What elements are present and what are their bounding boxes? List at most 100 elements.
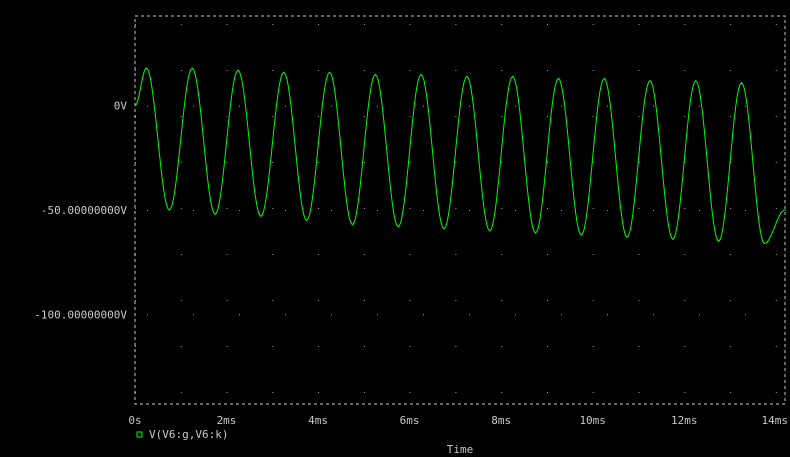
grid-dot [226,300,228,301]
grid-dot [363,116,365,117]
series-point [740,82,743,84]
grid-dot [377,105,378,107]
series-point [374,73,376,76]
x-tick-label: 4ms [308,414,328,427]
x-tick-label: 0s [128,414,141,427]
grid-dot [455,70,457,71]
series-point [512,75,514,78]
grid-dot [730,254,732,255]
grid-dot [409,392,411,393]
grid-dot [318,254,320,255]
plot-background [0,0,790,457]
grid-dot [730,116,732,117]
grid-dot [331,314,332,316]
grid-dot [455,24,457,25]
grid-dot [147,210,148,211]
grid-dot [501,208,503,209]
grid-dot [180,208,182,209]
series-point [718,240,720,242]
grid-dot [363,70,365,71]
grid-dot [409,162,411,163]
grid-dot [455,300,457,301]
grid-dot [607,314,608,316]
grid-dot [684,346,686,347]
grid-dot [547,254,548,255]
grid-dot [592,162,594,163]
grid-dot [180,162,182,163]
series-point [763,242,766,244]
grid-dot [363,208,365,209]
series-point [214,213,216,215]
grid-dot [455,162,457,163]
grid-dot [775,116,777,117]
series-point [191,67,193,69]
grid-dot [775,24,777,25]
grid-dot [501,392,503,393]
grid-dot [455,254,457,255]
grid-dot [409,70,411,71]
grid-dot [239,314,240,316]
grid-dot [455,392,457,393]
grid-dot [775,392,777,393]
grid-dot [699,105,700,107]
grid-dot [193,105,194,107]
grid-dot [745,210,746,211]
series-point [534,232,537,234]
series-point [695,80,697,82]
grid-dot [684,116,686,117]
x-tick-label: 8ms [491,414,511,427]
series-point [306,219,308,222]
grid-dot [638,392,640,393]
grid-dot [331,210,332,211]
grid-dot [226,392,228,393]
grid-dot [607,105,608,107]
grid-dot [592,116,594,117]
grid-dot [285,210,286,211]
grid-dot [272,300,274,301]
series-point [580,234,582,236]
series-point [466,75,468,78]
series-point [260,215,262,217]
grid-dot [363,392,365,393]
grid-dot [272,70,274,71]
grid-dot [592,70,594,71]
x-tick-label: 2ms [217,414,237,427]
grid-dot [318,392,320,393]
grid-dot [285,105,286,107]
grid-dot [135,208,136,209]
series-point [420,73,422,76]
grid-dot [318,162,320,163]
grid-dot [730,392,732,393]
grid-dot [147,105,148,107]
grid-dot [226,70,228,71]
grid-dot [653,314,654,316]
grid-dot [180,346,182,347]
grid-dot [501,254,503,255]
grid-dot [699,314,700,316]
grid-dot [318,70,320,71]
grid-dot [775,70,777,71]
grid-dot [423,314,424,316]
grid-dot [409,24,411,25]
grid-dot [775,208,777,209]
series-point [145,67,148,69]
series-point [237,69,239,71]
grid-dot [363,24,365,25]
grid-dot [318,346,320,347]
grid-dot [547,346,548,347]
grid-dot [592,208,594,209]
series-point [328,71,331,73]
grid-dot [775,254,777,255]
grid-dot [363,162,365,163]
grid-dot [592,24,594,25]
grid-dot [193,210,194,211]
series-point [351,224,354,226]
x-tick-label: 12ms [671,414,698,427]
grid-dot [331,105,332,107]
grid-dot [745,314,746,316]
grid-dot [592,300,594,301]
grid-dot [469,105,470,107]
grid-dot [745,105,746,107]
grid-dot [469,314,470,316]
grid-dot [775,300,777,301]
